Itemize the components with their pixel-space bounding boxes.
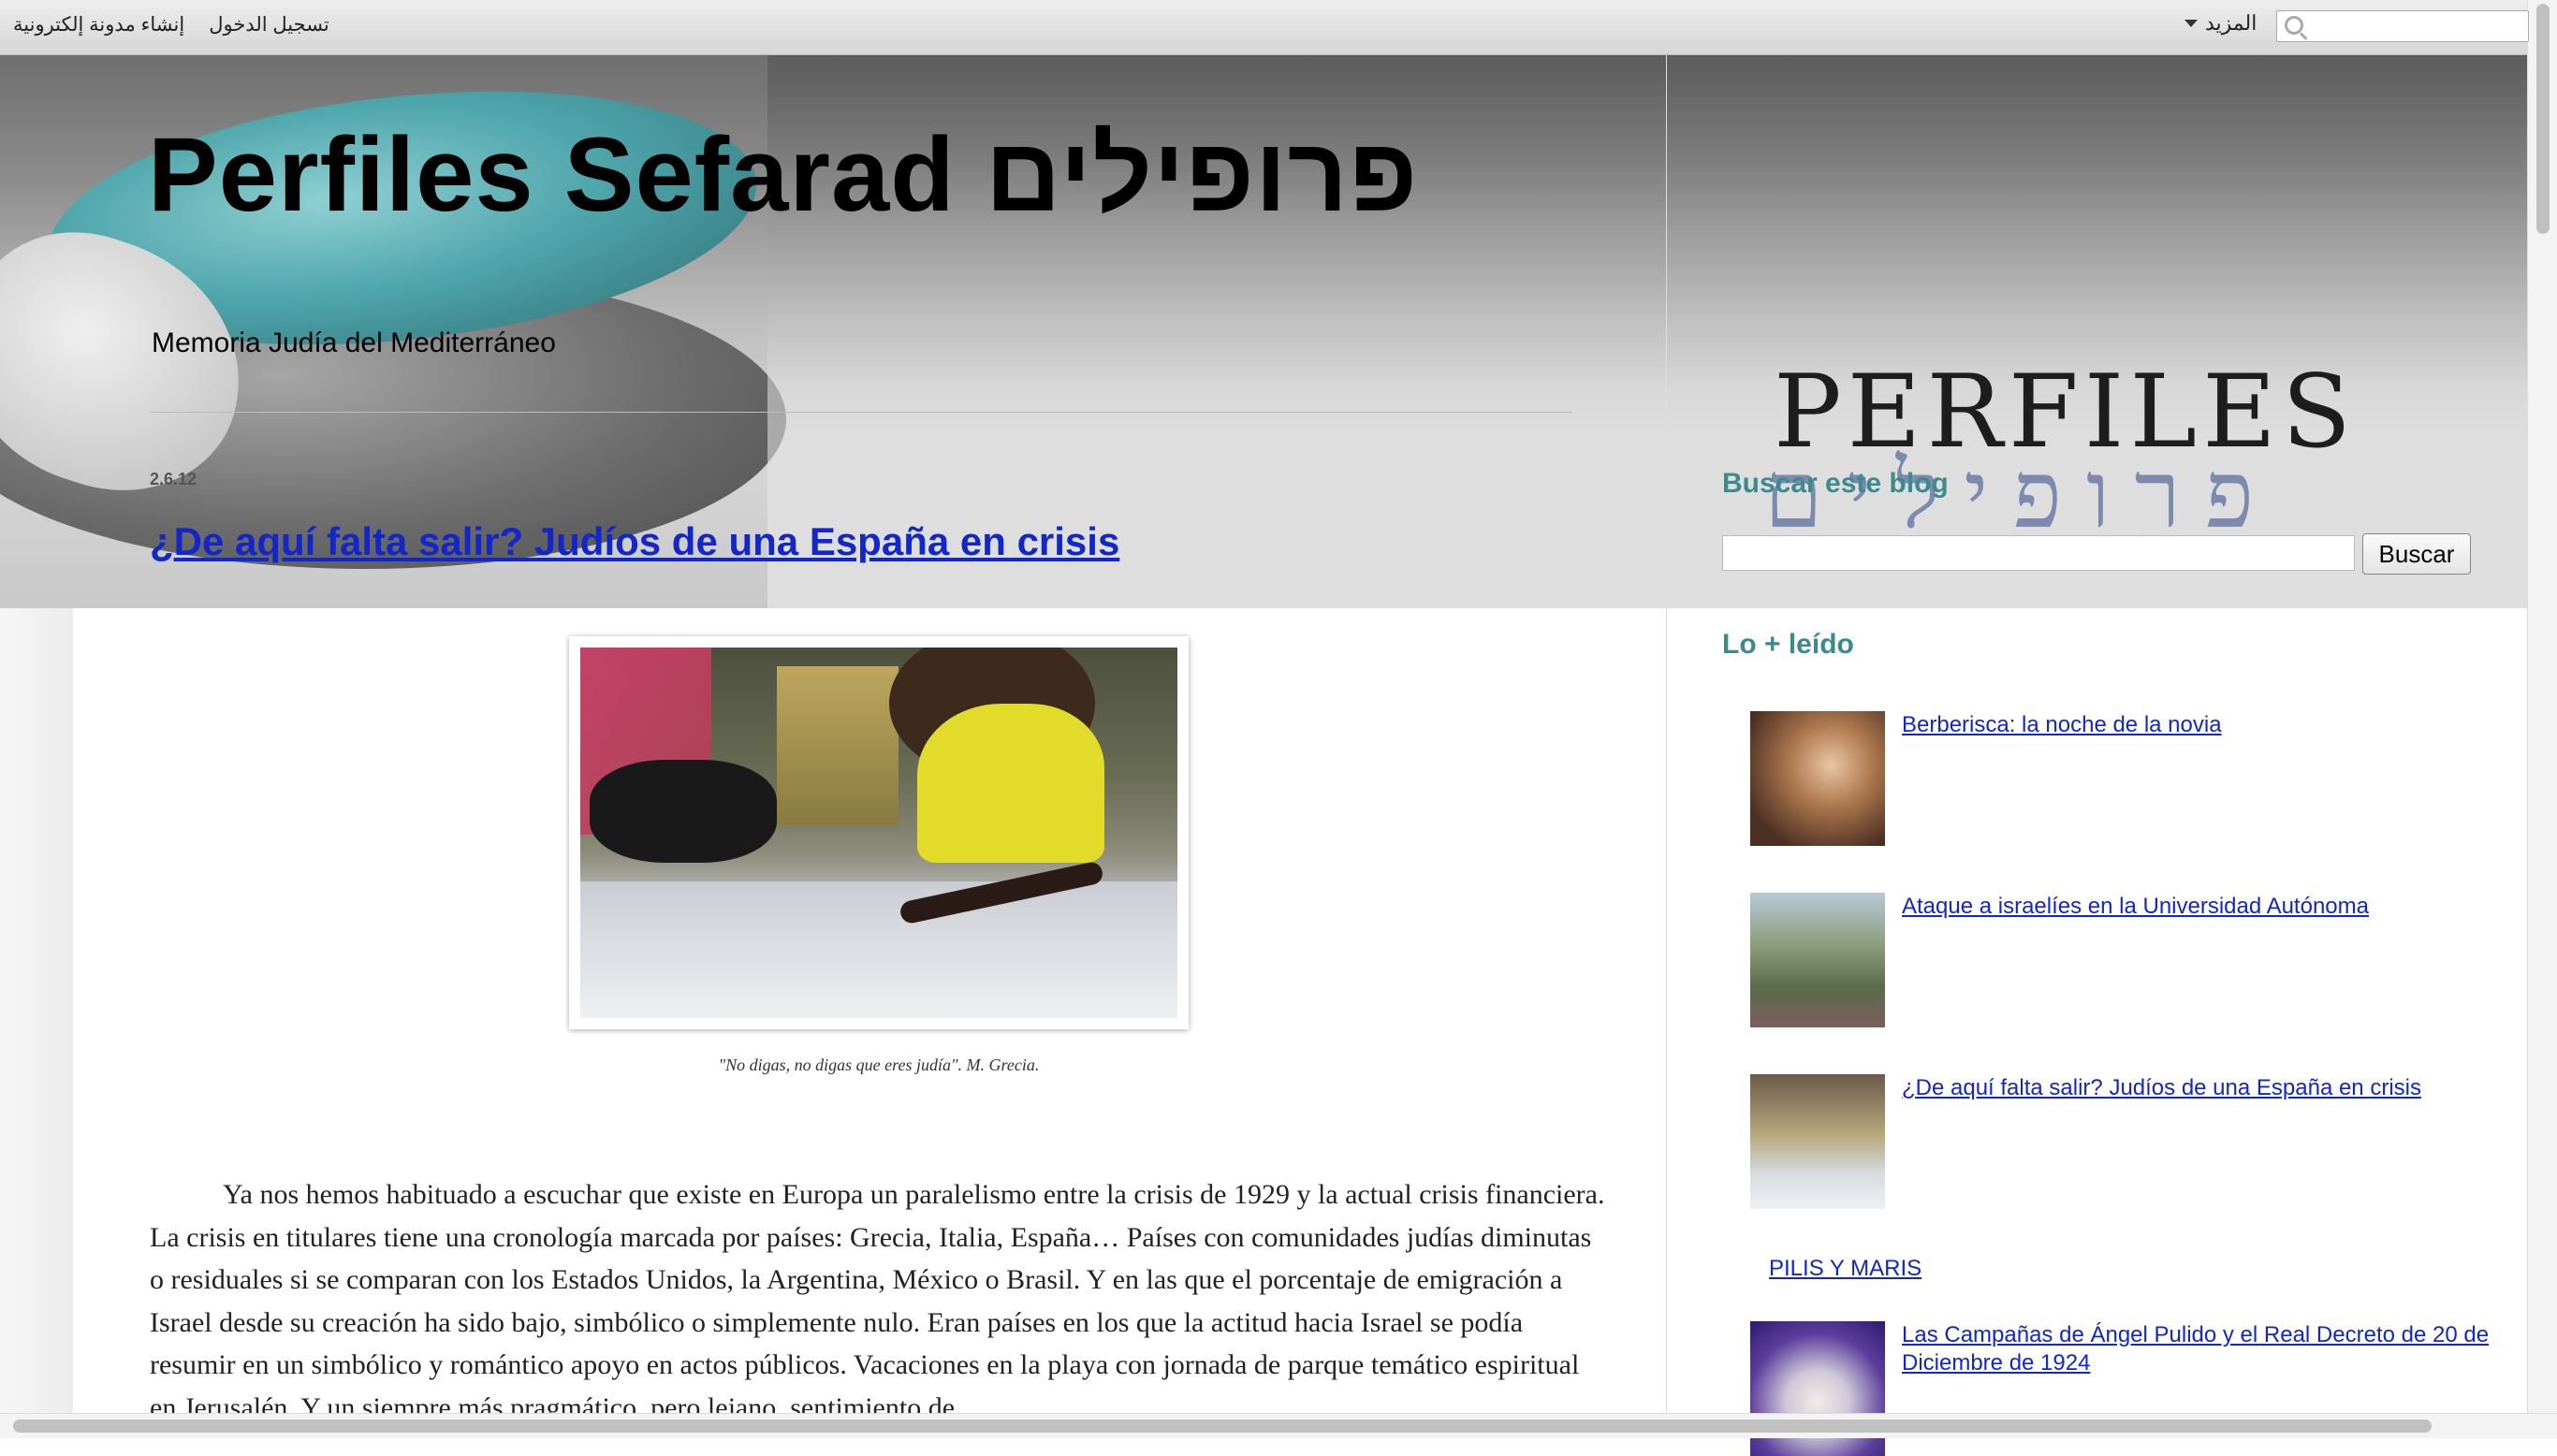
search-widget-title: Buscar este blog: [1722, 468, 1949, 499]
popular-post-link[interactable]: Las Campañas de Ángel Pulido y el Real D…: [1902, 1321, 2501, 1377]
more-menu[interactable]: المزيد: [2184, 11, 2257, 36]
create-blog-link[interactable]: إنشاء مدونة إلكترونية: [13, 13, 184, 36]
photo-bag: [590, 760, 777, 863]
post-title-link[interactable]: ¿De aquí falta salir? Judíos de una Espa…: [150, 519, 1119, 564]
pilis-y-maris-link[interactable]: PILIS Y MARIS: [1769, 1256, 1921, 1282]
vertical-scroll-thumb[interactable]: [2536, 4, 2550, 234]
popular-post-link[interactable]: Berberisca: la noche de la novia: [1902, 711, 2501, 739]
page-left-margin: [0, 608, 73, 1413]
post-body: Ya nos hemos habituado a escuchar que ex…: [150, 1179, 1605, 1423]
vertical-scrollbar[interactable]: [2527, 0, 2557, 1413]
blogger-navbar: تسجيل الدخول إنشاء مدونة إلكترونية المزي…: [0, 0, 2529, 55]
blog-description: Memoria Judía del Mediterráneo: [152, 328, 556, 358]
photo-person: [917, 704, 1104, 863]
more-label: المزيد: [2205, 11, 2257, 35]
popular-post-thumbnail[interactable]: [1750, 711, 1885, 846]
image-caption: "No digas, no digas que eres judía". M. …: [718, 1056, 1040, 1074]
column-divider: [1666, 54, 1667, 1413]
post-date: 2.6.12: [150, 470, 197, 488]
search-button[interactable]: Buscar: [2362, 533, 2471, 575]
header-divider: [150, 412, 1572, 413]
popular-post-link[interactable]: Ataque a israelíes en la Universidad Aut…: [1902, 893, 2501, 921]
navbar-search-input[interactable]: [2276, 10, 2529, 42]
blog-title[interactable]: Perfiles Sefarad פרופילים: [148, 114, 1418, 235]
photo-door: [777, 666, 899, 825]
search-icon: [2285, 16, 2303, 35]
photo-desk: [580, 881, 1177, 1018]
signin-link[interactable]: تسجيل الدخول: [209, 13, 329, 36]
classroom-photo: [580, 648, 1177, 1018]
popular-posts-title: Lo + leído: [1722, 629, 1854, 660]
popular-post-thumbnail[interactable]: [1750, 1074, 1885, 1209]
horizontal-scrollbar[interactable]: [0, 1413, 2557, 1438]
navbar-links: تسجيل الدخول إنشاء مدونة إلكترونية: [13, 13, 329, 36]
post-image[interactable]: [569, 636, 1189, 1029]
blog-search-input[interactable]: [1722, 535, 2355, 571]
horizontal-scroll-thumb[interactable]: [13, 1420, 2432, 1433]
popular-post-link[interactable]: ¿De aquí falta salir? Judíos de una Espa…: [1902, 1074, 2501, 1102]
popular-post-thumbnail[interactable]: [1750, 893, 1885, 1027]
chevron-down-icon: [2184, 20, 2198, 27]
